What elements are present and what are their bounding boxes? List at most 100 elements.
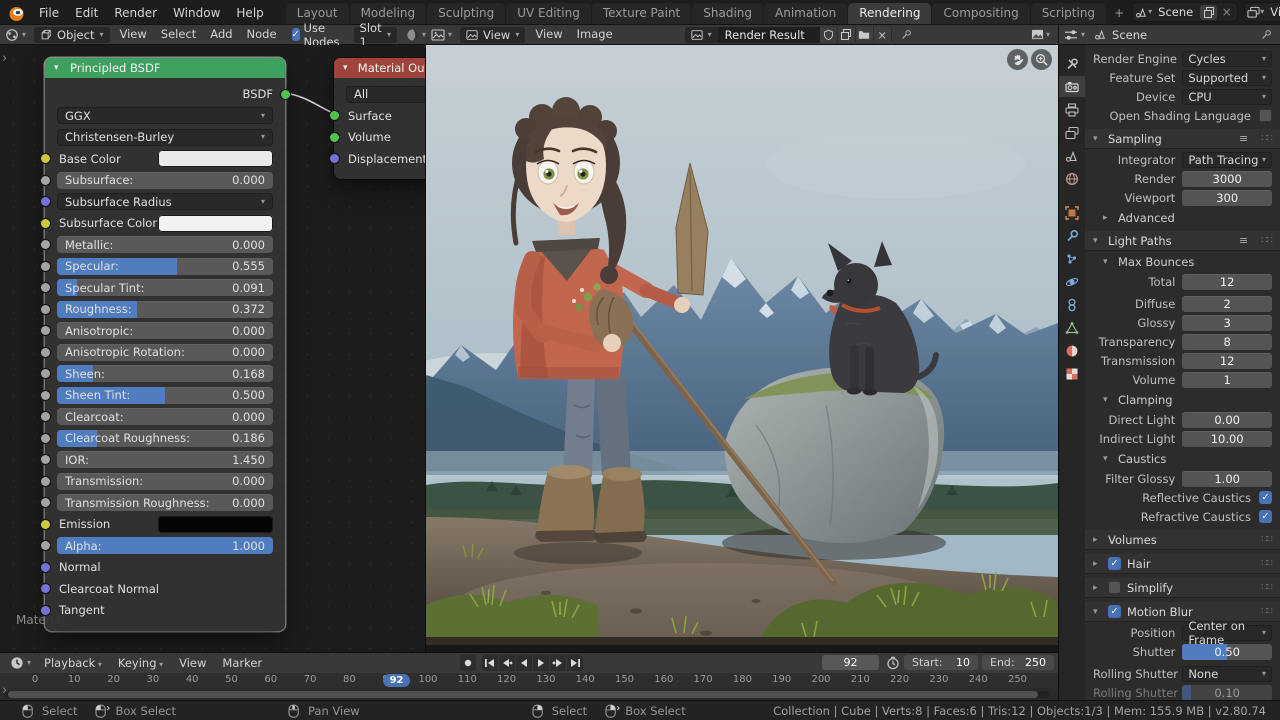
timeline-editor[interactable]: ▾ Playback ▾Keying ▾ViewMarker 92 Start:… [0,652,1058,700]
value-slider[interactable]: Anisotropic Rotation:0.000 [57,344,273,361]
node-row-metallic[interactable]: Metallic:0.000 [57,236,273,254]
socket-green[interactable] [281,90,290,99]
editor-type-button[interactable]: ▾ [5,656,36,670]
checkbox-open-shading-language[interactable] [1259,109,1272,122]
image-mode-dropdown[interactable]: View ▾ [460,27,525,43]
properties-tab-tool[interactable] [1059,53,1085,74]
subpanel-header-advanced[interactable]: ▸Advanced [1103,209,1272,226]
collapse-icon[interactable]: ▾ [1093,236,1102,246]
properties-tab-material[interactable] [1059,340,1085,361]
collapse-icon[interactable]: ▸ [1093,535,1102,545]
node-input-displacement[interactable]: Displacement [346,150,426,168]
node-row-transmission-roughness[interactable]: Transmission Roughness:0.000 [57,494,273,512]
menu-render[interactable]: Render [106,3,165,24]
frame-start-field[interactable]: Start:10 [904,655,978,670]
field-indirect-light[interactable]: 10.00 [1182,431,1272,447]
shader-menu-add[interactable]: Add [203,25,239,44]
properties-tab-world[interactable] [1059,168,1085,189]
socket-gray[interactable] [41,412,50,421]
node-row-subsurface[interactable]: Subsurface:0.000 [57,171,273,189]
panel-header-light-paths[interactable]: ▾Light Paths≡∷∷ [1085,231,1280,250]
menu-window[interactable]: Window [165,3,228,24]
socket-gray[interactable] [41,176,50,185]
collapse-icon[interactable]: ▾ [1103,395,1112,405]
color-swatch[interactable] [158,150,273,167]
socket-gray[interactable] [41,477,50,486]
value-slider[interactable]: Metallic:0.000 [57,236,273,253]
editor-type-button[interactable]: ▾ [0,28,31,42]
socket-gray[interactable] [41,498,50,507]
image-menu-image[interactable]: Image [570,25,620,44]
playhead-badge[interactable]: 92 [383,674,411,687]
value-slider[interactable]: Roughness:0.372 [57,301,273,318]
presets-icon[interactable]: ≡ [1239,132,1248,145]
value-slider[interactable]: Alpha:1.000 [57,537,273,554]
field-glossy[interactable]: 3 [1182,315,1272,331]
socket-gray[interactable] [41,240,50,249]
socket-gray[interactable] [41,541,50,550]
socket-green[interactable] [330,133,339,142]
color-swatch[interactable] [158,215,273,232]
jump-last-button[interactable] [567,655,583,671]
field-viewport[interactable]: 300 [1182,190,1272,206]
node-row-emission[interactable]: Emission [57,515,273,533]
properties-editor[interactable]: Render EngineCycles▾Feature SetSupported… [1058,45,1280,700]
grip-icon[interactable]: ∷∷ [1261,133,1272,144]
node-row-subsurface-radius[interactable]: Subsurface Radius▾ [57,193,273,211]
image-menu-view[interactable]: View [528,25,569,44]
socket-green[interactable] [330,111,339,120]
use-nodes-checkbox[interactable]: ✓ [292,28,300,41]
panel-checkbox-hair[interactable]: ✓ [1108,557,1121,570]
properties-tab-output[interactable] [1059,99,1085,120]
node-row-clearcoat[interactable]: Clearcoat:0.000 [57,408,273,426]
jump-first-button[interactable] [482,655,498,671]
node-row-normal[interactable]: Normal [57,558,273,576]
field-filter-glossy[interactable]: 1.00 [1182,471,1272,487]
node-row-anisotropic-rotation[interactable]: Anisotropic Rotation:0.000 [57,343,273,361]
sidebar-expand-icon[interactable]: › [2,683,7,698]
timeline-menu-view[interactable]: View [171,653,214,674]
scene-selector[interactable]: ▾ Scene × [1132,2,1238,22]
node-row-tangent[interactable]: Tangent [57,601,273,619]
node-row-alpha[interactable]: Alpha:1.000 [57,537,273,555]
properties-tab-render[interactable] [1059,76,1085,97]
node-row-anisotropic[interactable]: Anisotropic:0.000 [57,322,273,340]
node-dropdown[interactable]: Christensen-Burley▾ [57,129,273,146]
timeline-ruler[interactable]: 0102030405060708090100110120130140150160… [0,673,1058,688]
play-back-button[interactable] [516,655,532,671]
value-slider[interactable]: Sheen Tint:0.500 [57,387,273,404]
node-row-specular[interactable]: Specular:0.555 [57,257,273,275]
scrollbar-thumb[interactable] [8,691,1038,698]
collapse-icon[interactable]: ▾ [54,63,63,73]
shader-menu-node[interactable]: Node [240,25,284,44]
view-layer-selector[interactable]: ▾ View Layer × [1244,2,1280,22]
timeline-menu-keying[interactable]: Keying ▾ [110,653,171,674]
play-button[interactable] [533,655,549,671]
subpanel-header-caustics[interactable]: ▾Caustics [1103,450,1272,467]
grip-icon[interactable]: ∷∷ [1261,558,1272,569]
socket-yellow[interactable] [41,219,50,228]
image-editor[interactable] [426,45,1058,652]
workspace-tab-sculpting[interactable]: Sculpting [427,3,505,24]
toolbar-expand-icon[interactable]: › [2,51,7,66]
browse-image-button[interactable]: ▾ [685,27,718,43]
panel-checkbox-motion-blur[interactable]: ✓ [1108,605,1121,618]
field-diffuse[interactable]: 2 [1182,296,1272,312]
value-slider[interactable]: Transmission:0.000 [57,473,273,490]
properties-tab-scene[interactable] [1059,145,1085,166]
properties-tab-physics[interactable] [1059,271,1085,292]
new-image-button[interactable] [838,27,856,42]
collapse-icon[interactable]: ▾ [343,63,351,73]
collapse-icon[interactable]: ▸ [1103,213,1112,223]
dropdown-position[interactable]: Center on Frame▾ [1182,625,1272,641]
editor-type-button[interactable]: ▾ [426,28,457,42]
menu-help[interactable]: Help [228,3,271,24]
timeline-menu-marker[interactable]: Marker [214,653,270,674]
socket-vector[interactable] [41,584,50,593]
blender-logo-icon[interactable] [8,5,25,22]
value-slider[interactable]: Sheen:0.168 [57,365,273,382]
node-header[interactable]: ▾ Principled BSDF [45,58,285,78]
unlink-image-button[interactable]: × [874,27,892,42]
socket-yellow[interactable] [41,154,50,163]
checkbox-reflective-caustics[interactable]: ✓ [1259,491,1272,504]
